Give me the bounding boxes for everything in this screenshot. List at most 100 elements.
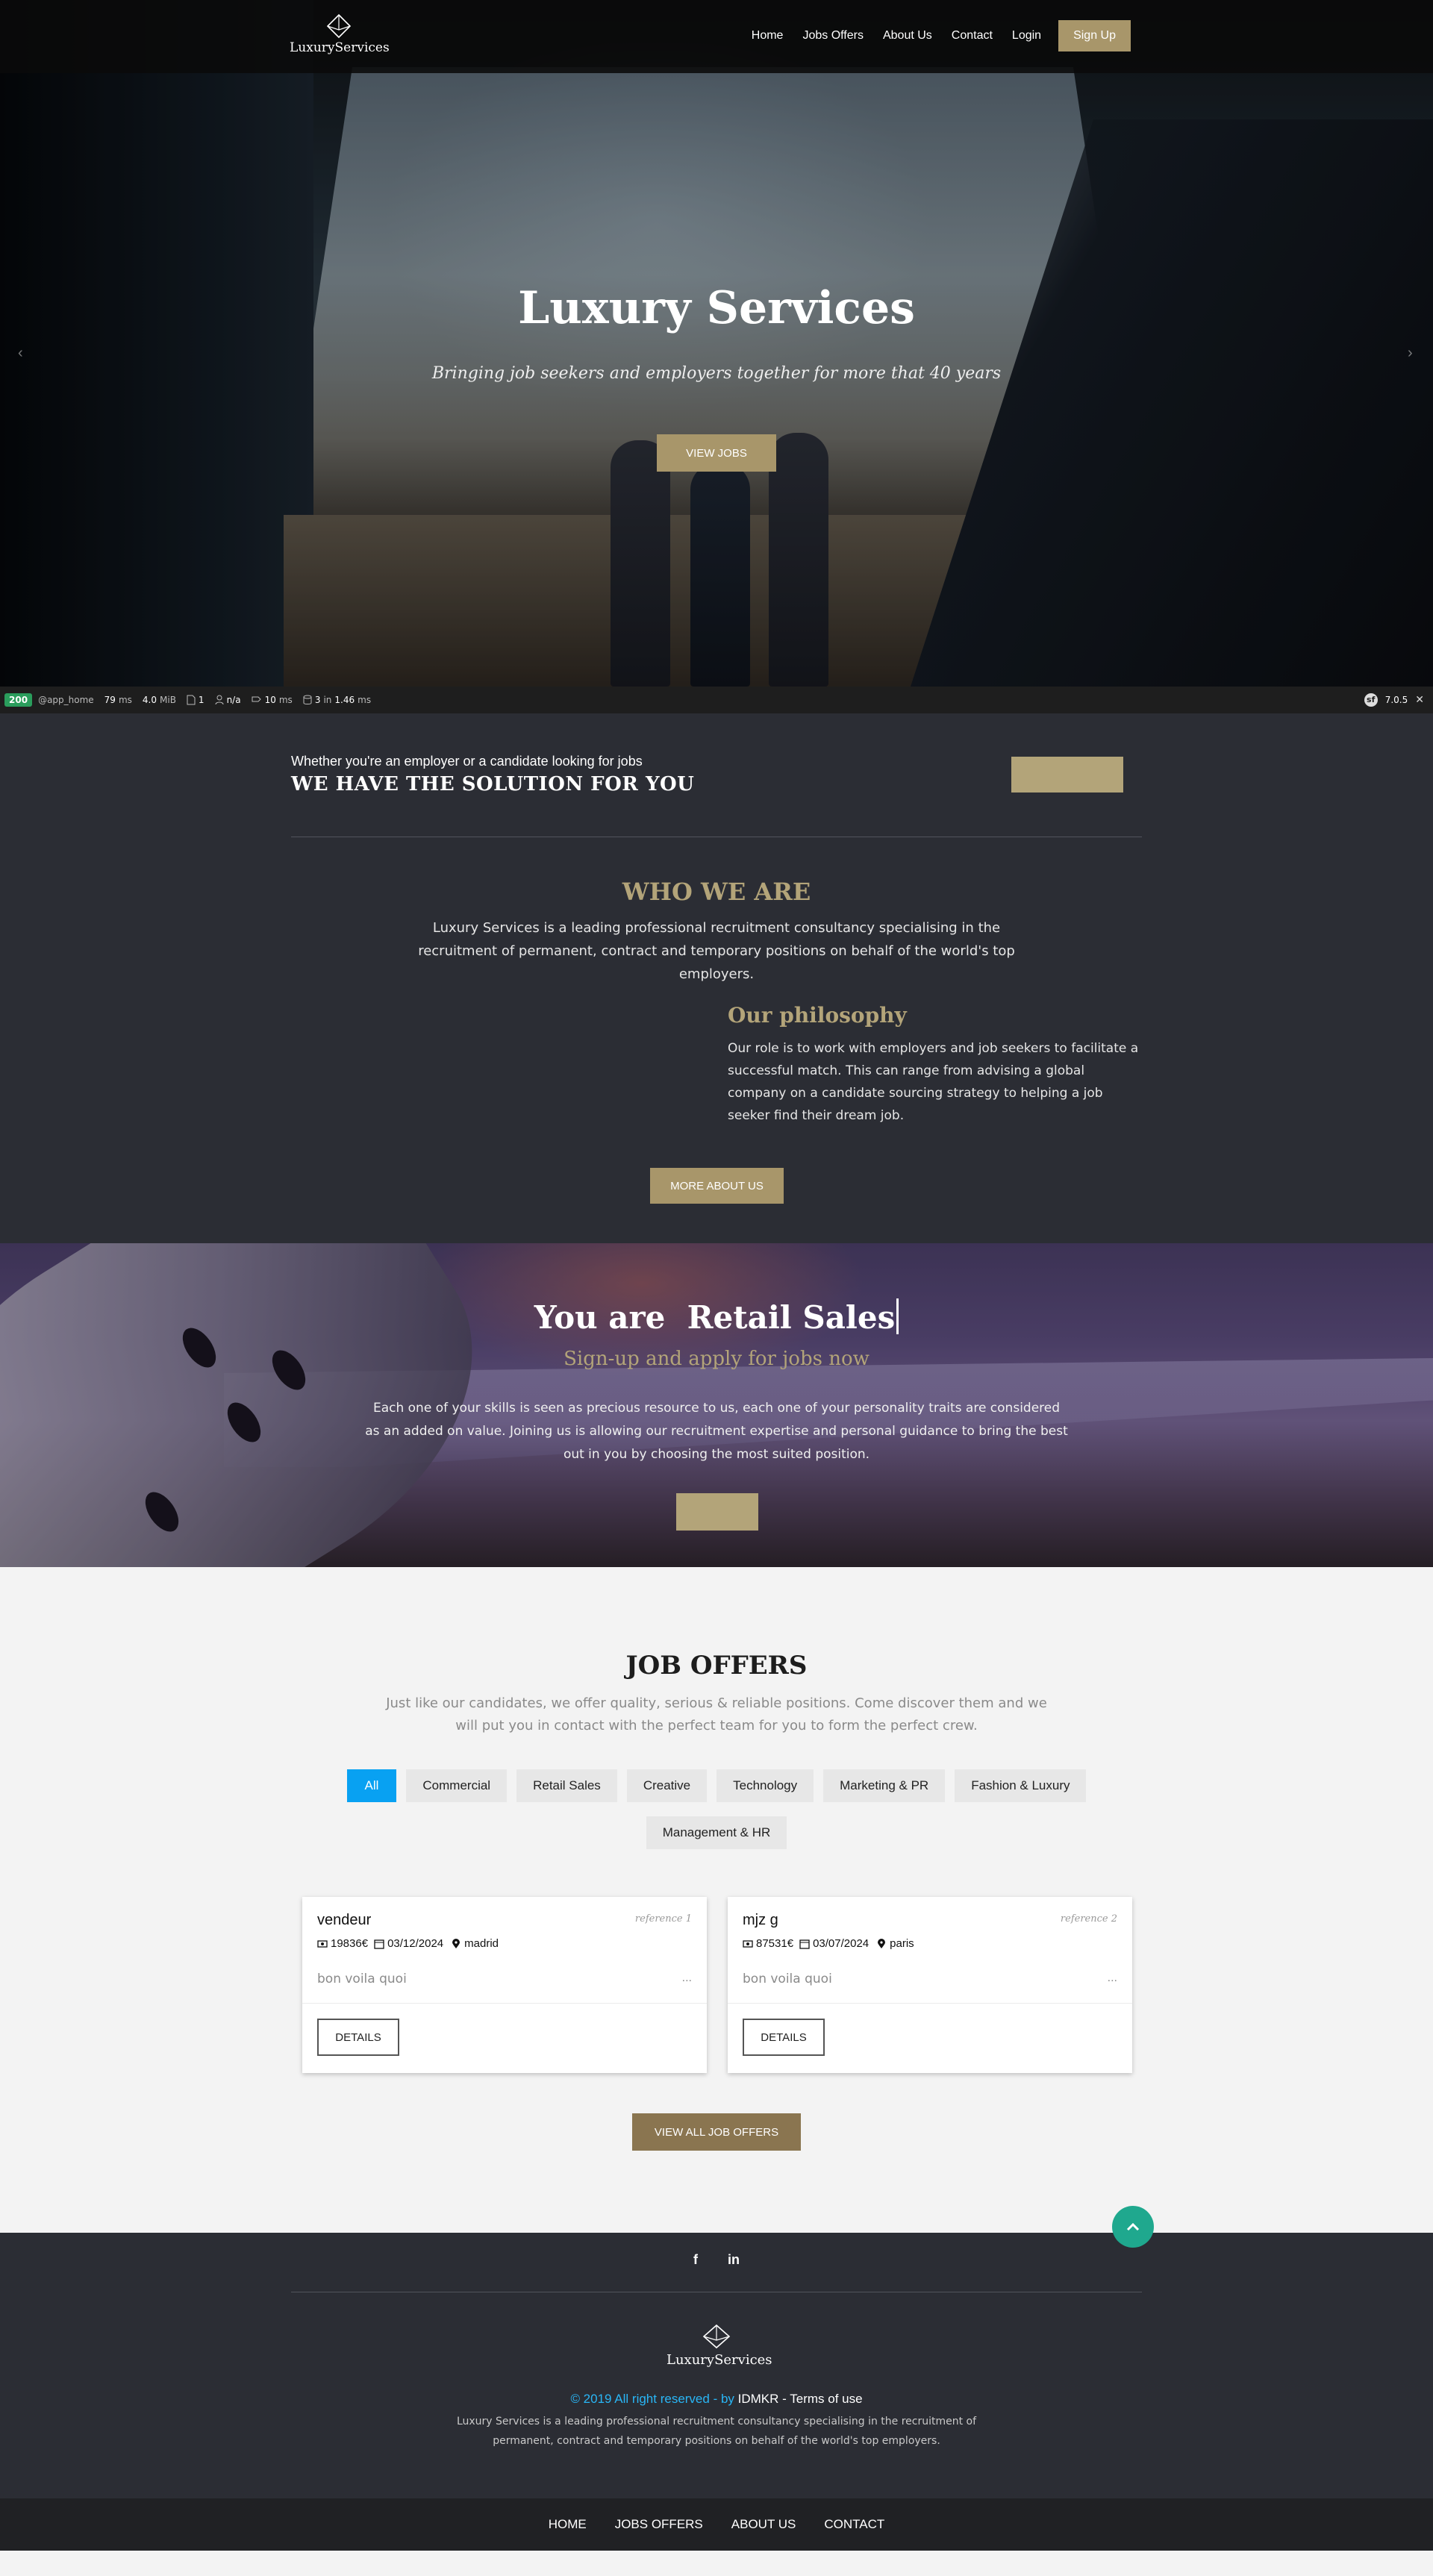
user-icon	[215, 695, 224, 705]
solution-button[interactable]	[1011, 757, 1123, 793]
toolbar-database[interactable]: 3 in 1.46 ms	[303, 695, 371, 705]
job-offers-subtitle: Just like our candidates, we offer quali…	[386, 1695, 1047, 1734]
toolbar-logs[interactable]: 1	[187, 695, 205, 705]
footer-nav: HOME JOBS OFFERS ABOUT US CONTACT	[0, 2498, 1433, 2551]
job-reference: reference 1	[634, 1913, 692, 1925]
signup-button[interactable]: Sign Up	[1058, 20, 1131, 51]
filter-commercial[interactable]: Commercial	[406, 1769, 508, 1802]
money-icon	[317, 1939, 328, 1948]
job-salary: 19836€	[331, 1937, 369, 1950]
footer-nav-jobs-offers[interactable]: JOBS OFFERS	[615, 2517, 703, 2532]
calendar-icon	[374, 1939, 384, 1949]
job-location: paris	[890, 1937, 914, 1950]
job-offers-title: JOB OFFERS	[625, 1651, 808, 1681]
copyright: © 2019 All right reserved - by IDMKR - T…	[570, 2392, 863, 2406]
signup-subheading: Sign-up and apply for jobs now	[563, 1348, 870, 1370]
author-link[interactable]: IDMKR	[738, 2392, 779, 2406]
cta-button[interactable]	[676, 1493, 758, 1531]
you-are-heading: You are Retail Sales	[0, 1298, 1433, 1336]
philosophy-title: Our philosophy	[728, 1003, 907, 1028]
job-date: 03/07/2024	[813, 1937, 870, 1950]
terms-link[interactable]: Terms of use	[790, 2392, 862, 2406]
location-pin-icon	[452, 1938, 461, 1948]
filter-creative[interactable]: Creative	[626, 1769, 708, 1802]
toolbar-close-icon[interactable]: ✕	[1415, 694, 1424, 706]
solution-lead: Whether you're an employer or a candidat…	[291, 754, 643, 769]
hero-title: Luxury Services	[518, 282, 915, 334]
job-location: madrid	[464, 1937, 499, 1950]
filter-all[interactable]: All	[346, 1769, 397, 1802]
symfony-logo-icon[interactable]: sf	[1364, 693, 1378, 707]
job-card: vendeur reference 1 19836€ 03/12/2024 ma…	[302, 1897, 707, 2073]
details-button[interactable]: DETAILS	[317, 2019, 399, 2056]
footer-nav-home[interactable]: HOME	[549, 2517, 587, 2532]
calendar-icon	[799, 1939, 810, 1949]
database-icon	[303, 695, 312, 704]
social-links: f in	[0, 2252, 1433, 2268]
scroll-to-top-button[interactable]	[1112, 2206, 1154, 2248]
philosophy-text: Our role is to work with employers and j…	[728, 1041, 1139, 1123]
details-button[interactable]: DETAILS	[743, 2019, 825, 2056]
typing-caret	[896, 1298, 899, 1334]
file-icon	[187, 695, 196, 705]
diamond-logo-icon	[702, 2324, 731, 2349]
nav-contact[interactable]: Contact	[942, 20, 1002, 51]
carousel-next-icon[interactable]: ›	[1408, 345, 1413, 362]
job-salary: 87531€	[756, 1937, 794, 1950]
cta-text: Each one of your skills is seen as preci…	[365, 1401, 1068, 1462]
job-description-ellipsis: ...	[1107, 1972, 1117, 1984]
carousel-prev-icon[interactable]: ‹	[18, 345, 23, 362]
job-reference: reference 2	[1060, 1913, 1117, 1925]
brand-logo[interactable]: LuxuryServices	[290, 13, 390, 55]
footer-description: Luxury Services is a leading professiona…	[456, 2416, 977, 2447]
view-all-job-offers-button[interactable]: VIEW ALL JOB OFFERS	[632, 2113, 801, 2151]
header: LuxuryServices Home Jobs Offers About Us…	[0, 0, 1433, 73]
job-description: bon voila quoi	[317, 1972, 407, 1986]
facebook-icon[interactable]: f	[693, 2252, 698, 2268]
typed-role: Retail Sales	[687, 1299, 896, 1336]
filter-fashion-luxury[interactable]: Fashion & Luxury	[955, 1769, 1087, 1802]
events-icon	[252, 696, 261, 702]
diamond-logo-icon	[326, 13, 352, 39]
main-nav: Home Jobs Offers About Us Contact Login …	[742, 20, 1131, 51]
chevron-up-icon	[1126, 2222, 1140, 2231]
who-we-are-title: WHO WE ARE	[622, 878, 811, 906]
nav-login[interactable]: Login	[1002, 20, 1051, 51]
toolbar-events[interactable]: 10 ms	[252, 695, 293, 705]
debug-toolbar: 200 @app_home 79 ms 4.0 MiB 1 n/a 10 ms 3 in…	[0, 687, 1433, 713]
nav-about-us[interactable]: About Us	[873, 20, 942, 51]
hero-banner	[0, 0, 1433, 687]
solution-title: WE HAVE THE SOLUTION FOR YOU	[291, 773, 695, 795]
job-card: mjz g reference 2 87531€ 03/07/2024 pari…	[728, 1897, 1132, 2073]
toolbar-user[interactable]: n/a	[215, 695, 241, 705]
job-date: 03/12/2024	[387, 1937, 444, 1950]
job-description: bon voila quoi	[743, 1972, 832, 1986]
brand-name: LuxuryServices	[290, 40, 390, 55]
job-description-ellipsis: ...	[681, 1972, 692, 1984]
filter-management-hr[interactable]: Management & HR	[646, 1816, 787, 1849]
view-jobs-button[interactable]: VIEW JOBS	[657, 434, 776, 472]
toolbar-version[interactable]: 7.0.5	[1385, 695, 1408, 705]
who-we-are-text: Luxury Services is a leading professiona…	[418, 920, 1015, 982]
footer-nav-about-us[interactable]: ABOUT US	[731, 2517, 796, 2532]
nav-jobs-offers[interactable]: Jobs Offers	[793, 20, 873, 51]
linkedin-icon[interactable]: in	[728, 2252, 740, 2268]
more-about-us-button[interactable]: MORE ABOUT US	[650, 1168, 784, 1204]
location-pin-icon	[878, 1938, 886, 1948]
hero-subtitle: Bringing job seekers and employers toget…	[431, 364, 1002, 383]
footer-logo[interactable]: LuxuryServices	[666, 2324, 772, 2368]
footer-brand-name: LuxuryServices	[666, 2352, 772, 2368]
money-icon	[743, 1939, 753, 1948]
job-filters: All Commercial Retail Sales Creative Tec…	[0, 1769, 1433, 1802]
footer-nav-contact[interactable]: CONTACT	[824, 2517, 884, 2532]
filter-marketing-pr[interactable]: Marketing & PR	[823, 1769, 946, 1802]
toolbar-route[interactable]: @app_home	[38, 695, 94, 705]
job-title[interactable]: mjz g	[743, 1912, 778, 1929]
status-badge[interactable]: 200	[4, 693, 33, 707]
toolbar-memory[interactable]: 4.0 MiB	[143, 695, 176, 705]
nav-home[interactable]: Home	[742, 20, 793, 51]
job-title[interactable]: vendeur	[317, 1912, 371, 1929]
filter-technology[interactable]: Technology	[716, 1769, 814, 1802]
toolbar-time[interactable]: 79 ms	[104, 695, 132, 705]
filter-retail-sales[interactable]: Retail Sales	[516, 1769, 617, 1802]
